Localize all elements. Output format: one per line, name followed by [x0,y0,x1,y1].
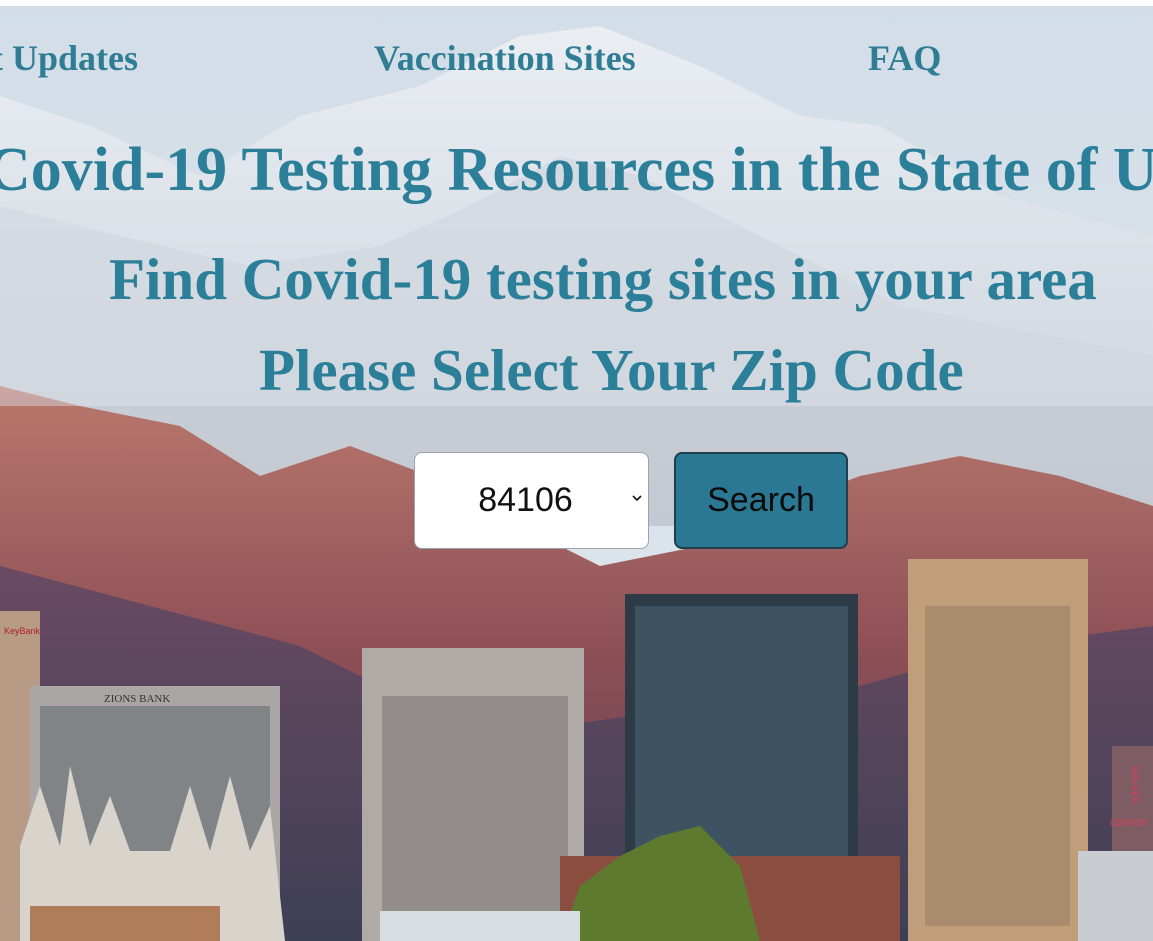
chevron-down-icon [632,495,642,502]
svg-text:CENTER: CENTER [1110,818,1148,828]
svg-text:ZIONS BANK: ZIONS BANK [104,693,170,705]
nav-link-faq[interactable]: FAQ [868,40,941,76]
zip-code-selected-value: 84106 [478,481,573,519]
svg-text:KeyBank: KeyBank [4,626,41,636]
nav-link-vaccination-sites[interactable]: Vaccination Sites [374,40,636,76]
search-button[interactable]: Search [674,452,848,549]
zip-prompt-heading: Please Select Your Zip Code [259,337,964,403]
page-title: Covid-19 Testing Resources in the State … [0,136,1153,204]
nav-link-updates[interactable]: t Updates [0,40,138,76]
page-subtitle: Find Covid-19 testing sites in your area [109,246,1097,312]
svg-text:WALKER: WALKER [1130,766,1140,804]
zip-code-select[interactable]: 84106 [414,452,649,549]
